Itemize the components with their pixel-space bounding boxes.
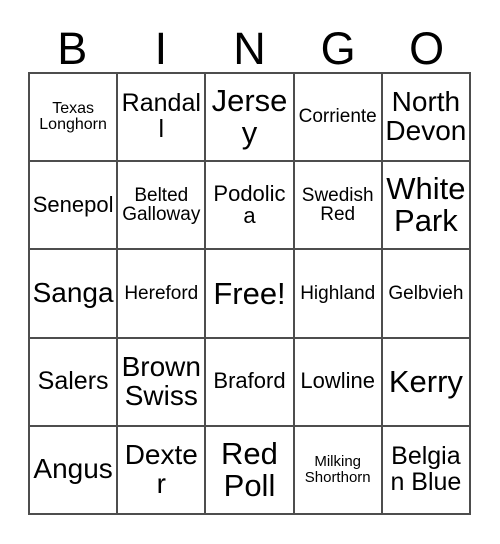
bingo-cell-g5[interactable]: Milking Shorthorn bbox=[294, 426, 383, 515]
bingo-cell-label: Senepol bbox=[32, 191, 114, 217]
bingo-cell-label: Gelbvieh bbox=[388, 282, 464, 304]
bingo-cell-o4[interactable]: Kerry bbox=[382, 338, 471, 427]
bingo-cell-i5[interactable]: Dexter bbox=[118, 426, 207, 515]
bingo-cell-label: Randall bbox=[121, 89, 201, 144]
bingo-cell-label: White Park bbox=[386, 171, 466, 239]
bingo-header-letter-o: O bbox=[409, 23, 445, 74]
bingo-cell-n1[interactable]: Jersey bbox=[206, 74, 295, 163]
bingo-cell-i1[interactable]: Randall bbox=[118, 74, 207, 163]
bingo-cell-label: Podolica bbox=[213, 180, 286, 229]
bingo-cell-label: Dexter bbox=[124, 439, 198, 499]
bingo-cell-label: Kerry bbox=[388, 363, 463, 399]
bingo-cell-label: Braford bbox=[213, 368, 286, 394]
bingo-cell-label: Corriente bbox=[298, 106, 377, 128]
bingo-header-letter-i: I bbox=[154, 23, 168, 74]
bingo-cell-o5[interactable]: Belgian Blue bbox=[382, 426, 471, 515]
bingo-cell-g4[interactable]: Lowline bbox=[294, 338, 383, 427]
bingo-free-label: Free! bbox=[213, 275, 286, 311]
bingo-card: B I N G O Texas Longhorn Randall Jersey … bbox=[0, 0, 500, 544]
bingo-cell-i2[interactable]: Belted Galloway bbox=[118, 162, 207, 251]
bingo-cell-o3[interactable]: Gelbvieh bbox=[382, 250, 471, 339]
bingo-cell-i4[interactable]: Brown Swiss bbox=[118, 338, 207, 427]
bingo-header-row: B I N G O bbox=[28, 18, 471, 72]
bingo-cell-b1[interactable]: Texas Longhorn bbox=[30, 74, 119, 163]
bingo-cell-o1[interactable]: North Devon bbox=[382, 74, 471, 163]
bingo-cell-b2[interactable]: Senepol bbox=[30, 162, 119, 251]
bingo-cell-label: Jersey bbox=[211, 83, 288, 151]
bingo-cell-free-space[interactable]: Free! bbox=[206, 250, 295, 339]
bingo-header-letter-g: G bbox=[320, 23, 356, 74]
bingo-cell-label: Texas Longhorn bbox=[39, 99, 107, 134]
bingo-cell-g2[interactable]: Swedish Red bbox=[294, 162, 383, 251]
bingo-cell-label: Salers bbox=[37, 366, 109, 395]
bingo-cell-label: Belted Galloway bbox=[122, 184, 201, 226]
bingo-cell-i3[interactable]: Hereford bbox=[118, 250, 207, 339]
bingo-cell-b5[interactable]: Angus bbox=[30, 426, 119, 515]
bingo-cell-label: Sanga bbox=[32, 277, 114, 309]
bingo-header-letter-b: B bbox=[57, 23, 88, 74]
bingo-cell-n4[interactable]: Braford bbox=[206, 338, 295, 427]
bingo-cell-label: Hereford bbox=[124, 282, 199, 304]
bingo-cell-label: Belgian Blue bbox=[390, 442, 462, 496]
bingo-cell-label: Milking Shorthorn bbox=[304, 453, 371, 486]
bingo-cell-g1[interactable]: Corriente bbox=[294, 74, 383, 163]
bingo-header-letter-n: N bbox=[233, 23, 266, 74]
bingo-cell-label: North Devon bbox=[385, 86, 467, 147]
bingo-cell-n2[interactable]: Podolica bbox=[206, 162, 295, 251]
bingo-cell-label: Highland bbox=[300, 282, 376, 304]
bingo-cell-label: Lowline bbox=[300, 368, 375, 394]
bingo-cell-label: Brown Swiss bbox=[121, 350, 201, 411]
bingo-cell-label: Red Poll bbox=[221, 435, 278, 503]
bingo-grid: Texas Longhorn Randall Jersey Corriente … bbox=[28, 72, 471, 515]
bingo-cell-b3[interactable]: Sanga bbox=[30, 250, 119, 339]
bingo-cell-n5[interactable]: Red Poll bbox=[206, 426, 295, 515]
bingo-cell-g3[interactable]: Highland bbox=[294, 250, 383, 339]
bingo-cell-label: Swedish Red bbox=[301, 184, 374, 226]
bingo-cell-b4[interactable]: Salers bbox=[30, 338, 119, 427]
bingo-cell-o2[interactable]: White Park bbox=[382, 162, 471, 251]
bingo-cell-label: Angus bbox=[33, 453, 113, 485]
